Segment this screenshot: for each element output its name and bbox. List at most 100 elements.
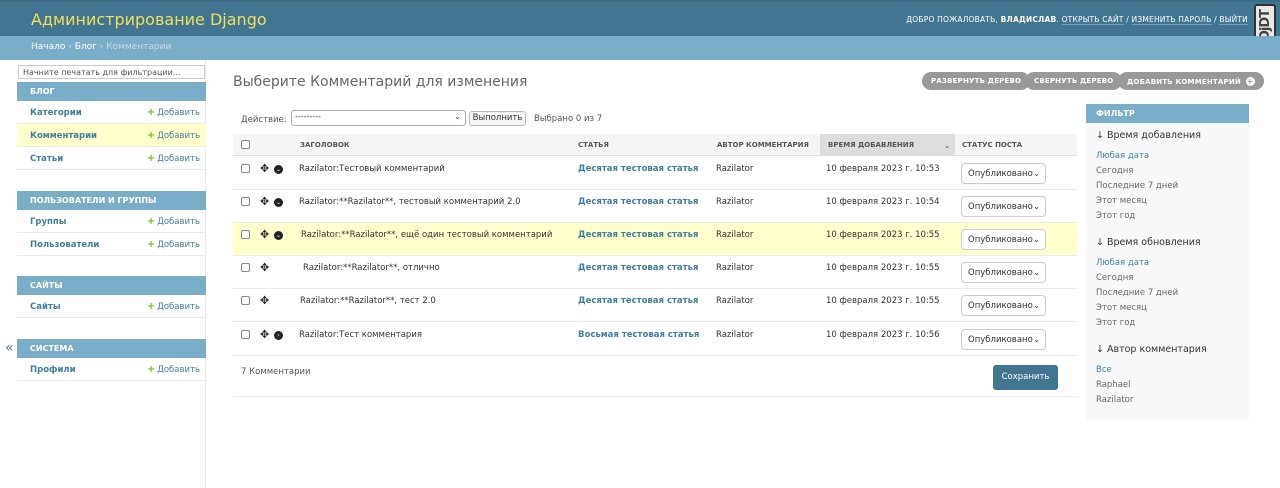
author: Razilator [716, 164, 754, 174]
add-button[interactable]: + Добавить [147, 216, 200, 227]
view-site-link[interactable]: Открыть сайт [1061, 15, 1124, 25]
article-link[interactable]: Десятая тестовая статья [578, 296, 698, 306]
filter-option[interactable]: Этот месяц [1096, 196, 1147, 206]
sidebar-item-groups: Группы + Добавить [17, 210, 206, 233]
model-link[interactable]: Сайты [30, 302, 61, 312]
filter-option[interactable]: Этот год [1096, 318, 1135, 328]
status-select[interactable]: Опубликовано ⌄ [961, 229, 1046, 250]
header: Администрирование Django Добро пожаловат… [0, 0, 1280, 50]
logout-link[interactable]: Выйти [1219, 15, 1248, 25]
add-button[interactable]: + Добавить [147, 153, 200, 164]
move-icon[interactable]: ✥ [260, 329, 269, 340]
app-caption[interactable]: Сайты [17, 276, 206, 295]
article-link[interactable]: Десятая тестовая статья [578, 263, 698, 273]
filter-option[interactable]: Сегодня [1096, 273, 1133, 283]
site-branding[interactable]: Администрирование Django [31, 10, 267, 29]
action-select[interactable]: --------- ⌄ [291, 110, 466, 126]
article-link[interactable]: Десятая тестовая статья [578, 230, 698, 240]
row-checkbox[interactable] [241, 296, 250, 305]
model-link[interactable]: Комментарии [30, 131, 97, 141]
status-select[interactable]: Опубликовано ⌄ [961, 262, 1046, 283]
row-checkbox[interactable] [241, 230, 250, 239]
chevron-down-icon[interactable]: ⌄ [274, 198, 283, 207]
move-icon[interactable]: ✥ [260, 196, 269, 207]
add-button[interactable]: + Добавить [147, 107, 200, 118]
filter-option[interactable]: Razilator [1096, 395, 1133, 405]
row-checkbox[interactable] [241, 197, 250, 206]
status-select[interactable]: Опубликовано ⌄ [961, 163, 1046, 184]
row-checkbox[interactable] [241, 164, 250, 173]
author: Razilator [716, 230, 754, 240]
add-label: Добавить [157, 302, 200, 312]
app-caption[interactable]: Система [17, 339, 206, 358]
add-button[interactable]: + Добавить [147, 364, 200, 375]
sidebar-item-sites: Сайты + Добавить [17, 295, 206, 318]
column-header-author[interactable]: Автор комментария [717, 141, 809, 149]
chevron-down-icon: ⌄ [1033, 268, 1040, 277]
filter-option[interactable]: Любая дата [1096, 258, 1149, 268]
chevron-right-icon[interactable]: › [274, 331, 283, 340]
created-time: 10 февраля 2023 г. 10:56 [826, 330, 940, 340]
table-row: ✥ ⌄ Razilator:**Razilator**, ещё один те… [233, 223, 1077, 256]
status-select[interactable]: Опубликовано ⌄ [961, 295, 1046, 316]
filter-option[interactable]: Любая дата [1096, 151, 1149, 161]
chevron-down-icon[interactable]: ⌄ [274, 231, 283, 240]
chevron-down-icon[interactable]: ⌄ [274, 165, 283, 174]
chevron-down-icon: ⌄ [1033, 202, 1040, 211]
add-label: Добавить [157, 217, 200, 227]
add-comment-button[interactable]: Добавить комментарий + [1118, 72, 1264, 90]
add-label: Добавить [157, 240, 200, 250]
model-link[interactable]: Группы [30, 217, 66, 227]
select-all-checkbox[interactable] [241, 140, 250, 149]
filter-option[interactable]: Этот год [1096, 211, 1135, 221]
move-icon[interactable]: ✥ [260, 262, 269, 273]
article-link[interactable]: Десятая тестовая статья [578, 197, 698, 207]
nav-collapse-toggle[interactable]: « [5, 340, 14, 356]
sort-desc-icon[interactable]: ⌄ [944, 142, 950, 150]
app-caption[interactable]: Пользователи и группы [17, 191, 206, 210]
move-icon[interactable]: ✥ [260, 229, 269, 240]
change-password-link[interactable]: Изменить пароль [1131, 15, 1212, 25]
model-link[interactable]: Профили [30, 365, 76, 375]
collapse-tree-button[interactable]: Свернуть дерево [1025, 72, 1123, 90]
move-icon[interactable]: ✥ [260, 295, 269, 306]
breadcrumb-app[interactable]: Блог [75, 42, 97, 52]
save-button[interactable]: Сохранить [993, 365, 1058, 390]
nav-filter-input[interactable] [18, 65, 205, 79]
move-icon[interactable]: ✥ [260, 163, 269, 174]
article-link[interactable]: Десятая тестовая статья [578, 164, 698, 174]
status-value: Опубликовано [968, 202, 1033, 212]
row-checkbox[interactable] [241, 263, 250, 272]
column-header-created[interactable]: Время добавления ⌄ [820, 134, 955, 156]
column-header-status[interactable]: Статус поста [962, 141, 1022, 149]
app-caption[interactable]: Блог [17, 82, 206, 101]
add-button[interactable]: + Добавить [147, 301, 200, 312]
plus-icon: + [146, 301, 156, 312]
column-header-title[interactable]: Заголовок [300, 141, 350, 149]
sidebar-item-comments: Комментарии + Добавить [17, 124, 206, 147]
filter-option[interactable]: Последние 7 дней [1096, 181, 1178, 191]
filter-option[interactable]: Все [1096, 365, 1112, 375]
comment-title: Razilator:**Razilator**, ещё один тестов… [301, 230, 553, 240]
model-link[interactable]: Пользователи [30, 240, 99, 250]
filter-option[interactable]: Raphael [1096, 380, 1131, 390]
row-checkbox[interactable] [241, 330, 250, 339]
article-link[interactable]: Восьмая тестовая статья [578, 330, 699, 340]
add-button[interactable]: + Добавить [147, 239, 200, 250]
run-action-button[interactable]: Выполнить [469, 111, 526, 126]
app-module-sites: Сайты Сайты + Добавить [17, 276, 206, 318]
status-select[interactable]: Опубликовано ⌄ [961, 196, 1046, 217]
model-link[interactable]: Статьи [30, 154, 63, 164]
breadcrumb-separator: › [99, 42, 104, 52]
filter-option[interactable]: Сегодня [1096, 166, 1133, 176]
model-link[interactable]: Категории [30, 108, 82, 118]
expand-tree-button[interactable]: Развернуть дерево [922, 72, 1031, 90]
status-select[interactable]: Опубликовано ⌄ [961, 329, 1046, 350]
filter-option[interactable]: Этот месяц [1096, 303, 1147, 313]
table-row: ✥ Razilator:**Razilator**, отлично Десят… [233, 256, 1077, 289]
filter-option[interactable]: Последние 7 дней [1096, 288, 1178, 298]
column-header-article[interactable]: Статья [578, 141, 609, 149]
add-button[interactable]: + Добавить [147, 130, 200, 141]
comment-title: Razilator:**Razilator**, тестовый коммен… [299, 197, 521, 207]
breadcrumb-home[interactable]: Начало [31, 42, 65, 52]
